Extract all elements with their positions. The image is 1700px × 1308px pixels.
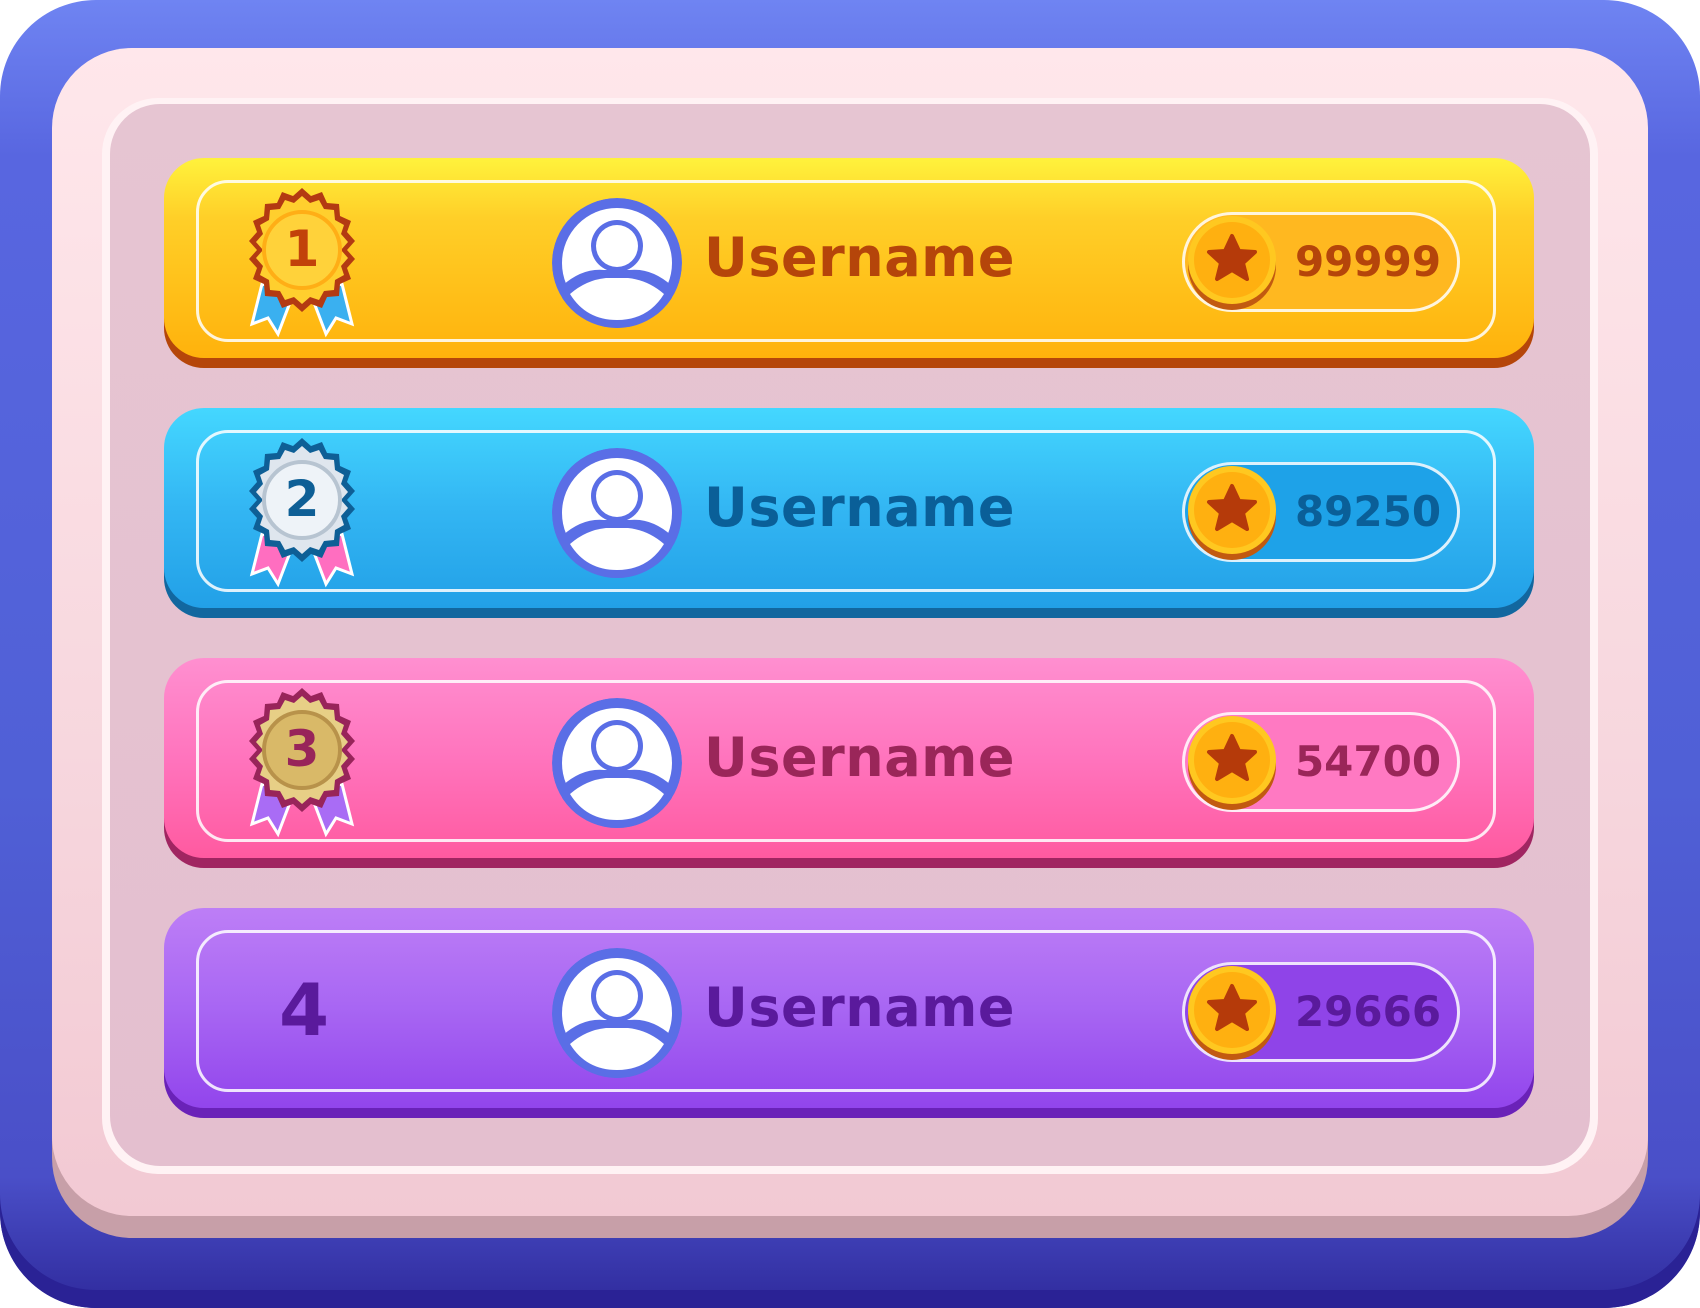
username-label: Username	[704, 726, 1016, 789]
user-avatar-icon	[552, 448, 682, 578]
rank-number: 1	[285, 220, 320, 278]
username-label: Username	[704, 976, 1016, 1039]
score-value: 29666	[1294, 987, 1442, 1036]
silver-medal-icon: 2	[249, 438, 355, 588]
gold-medal-icon: 1	[249, 188, 355, 338]
username-label: Username	[704, 476, 1016, 539]
star-coin-icon	[1188, 716, 1276, 810]
rank-number: 3	[285, 720, 320, 778]
leaderboard-row-1[interactable]: 1 Username 99999	[164, 158, 1534, 368]
user-avatar-icon	[552, 698, 682, 828]
star-coin-icon	[1188, 966, 1276, 1060]
username-label: Username	[704, 226, 1016, 289]
user-avatar-icon	[552, 198, 682, 328]
rank-number: 4	[278, 968, 330, 1052]
leaderboard-row-4[interactable]: 4 Username 29666	[164, 908, 1534, 1118]
score-value: 89250	[1294, 487, 1442, 536]
score-value: 99999	[1294, 237, 1442, 286]
leaderboard-row-2[interactable]: 2 Username 89250	[164, 408, 1534, 618]
user-avatar-icon	[552, 948, 682, 1078]
score-value: 54700	[1294, 737, 1442, 786]
leaderboard-row-3[interactable]: 3 Username 54700	[164, 658, 1534, 868]
bronze-medal-icon: 3	[249, 688, 355, 838]
rank-number: 2	[285, 470, 320, 528]
star-coin-icon	[1188, 466, 1276, 560]
star-coin-icon	[1188, 216, 1276, 310]
